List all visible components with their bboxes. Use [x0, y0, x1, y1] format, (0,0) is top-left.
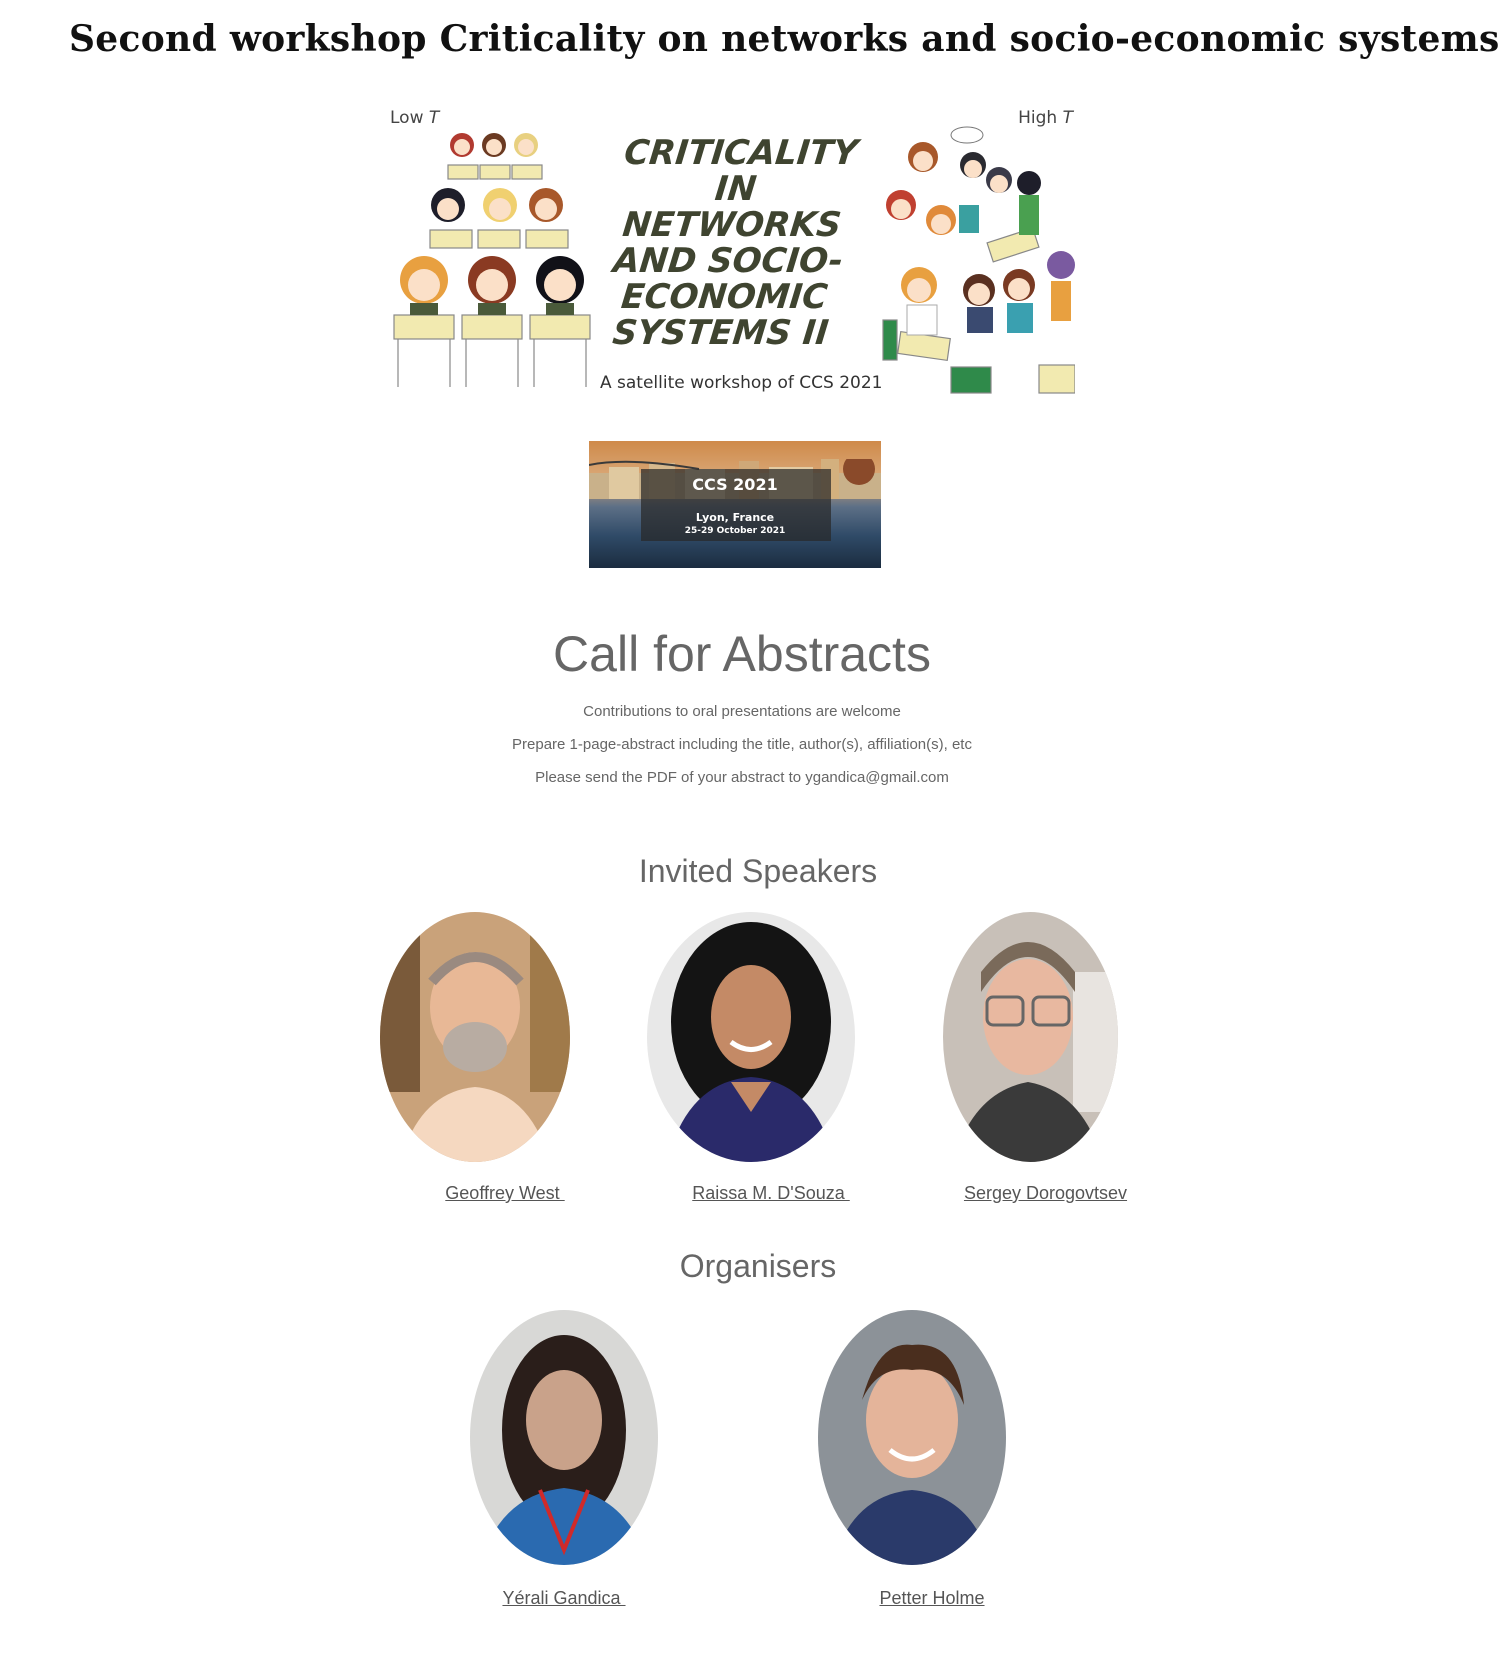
ccs-name: CCS 2021 — [692, 475, 778, 494]
organisers-heading: Organisers — [679, 1248, 837, 1284]
banner-title: CRITICALITY IN NETWORKS AND SOCIO- ECONO… — [604, 133, 860, 353]
banner-title-line: CRITICALITY — [622, 133, 860, 173]
workshop-banner: Low T High T CRITICALITY IN NETWORKS AND… — [390, 100, 1075, 395]
page-title: Second workshop Criticality on networks … — [69, 18, 1500, 60]
speaker-card: Geoffrey West — [380, 912, 570, 1203]
banner-subtitle: A satellite workshop of CCS 2021 — [600, 373, 883, 393]
banner-title-line: ECONOMIC — [619, 277, 830, 317]
ordered-classroom-illustration — [393, 133, 591, 387]
abstract-instruction: Contributions to oral presentations are … — [583, 703, 901, 720]
speaker-photo[interactable] — [380, 912, 570, 1162]
organiser-link-yerali-gandica[interactable]: Yérali Gandica — [450, 1588, 678, 1609]
invited-speakers-heading: Invited Speakers — [638, 853, 878, 889]
speaker-photo[interactable] — [647, 912, 855, 1162]
organiser-card: Yérali Gandica — [470, 1310, 658, 1608]
organiser-card: Petter Holme — [818, 1310, 1006, 1608]
organiser-photo[interactable] — [818, 1310, 1006, 1565]
organiser-link-petter-holme[interactable]: Petter Holme — [798, 1588, 1066, 1609]
speaker-link-sergey-dorogovtsev[interactable]: Sergey Dorogovtsev — [913, 1183, 1178, 1204]
ccs-place: Lyon, France — [695, 511, 775, 524]
speaker-photo[interactable] — [943, 912, 1118, 1162]
chaotic-classroom-illustration — [882, 126, 1075, 394]
speaker-link-geoffrey-west[interactable]: Geoffrey West — [370, 1183, 640, 1204]
banner-title-line: SYSTEMS II — [610, 313, 831, 353]
banner-title-line: AND SOCIO- — [611, 241, 845, 281]
speaker-card: Raissa M. D'Souza — [647, 912, 855, 1203]
banner-title-line: IN — [713, 169, 759, 209]
speaker-card: Sergey Dorogovtsev — [943, 912, 1127, 1203]
speaker-link-raissa-dsouza[interactable]: Raissa M. D'Souza — [627, 1183, 915, 1204]
organiser-photo[interactable] — [470, 1310, 658, 1565]
abstract-instruction: Prepare 1-page-abstract including the ti… — [512, 736, 972, 753]
ccs-dates: 25-29 October 2021 — [684, 526, 786, 536]
banner-title-line: NETWORKS — [620, 205, 844, 245]
call-for-abstracts-heading: Call for Abstracts — [553, 626, 931, 682]
ccs-2021-badge[interactable]: CCS 2021 Lyon, France 25-29 October 2021 — [589, 441, 881, 568]
abstract-instruction: Please send the PDF of your abstract to … — [535, 769, 949, 786]
